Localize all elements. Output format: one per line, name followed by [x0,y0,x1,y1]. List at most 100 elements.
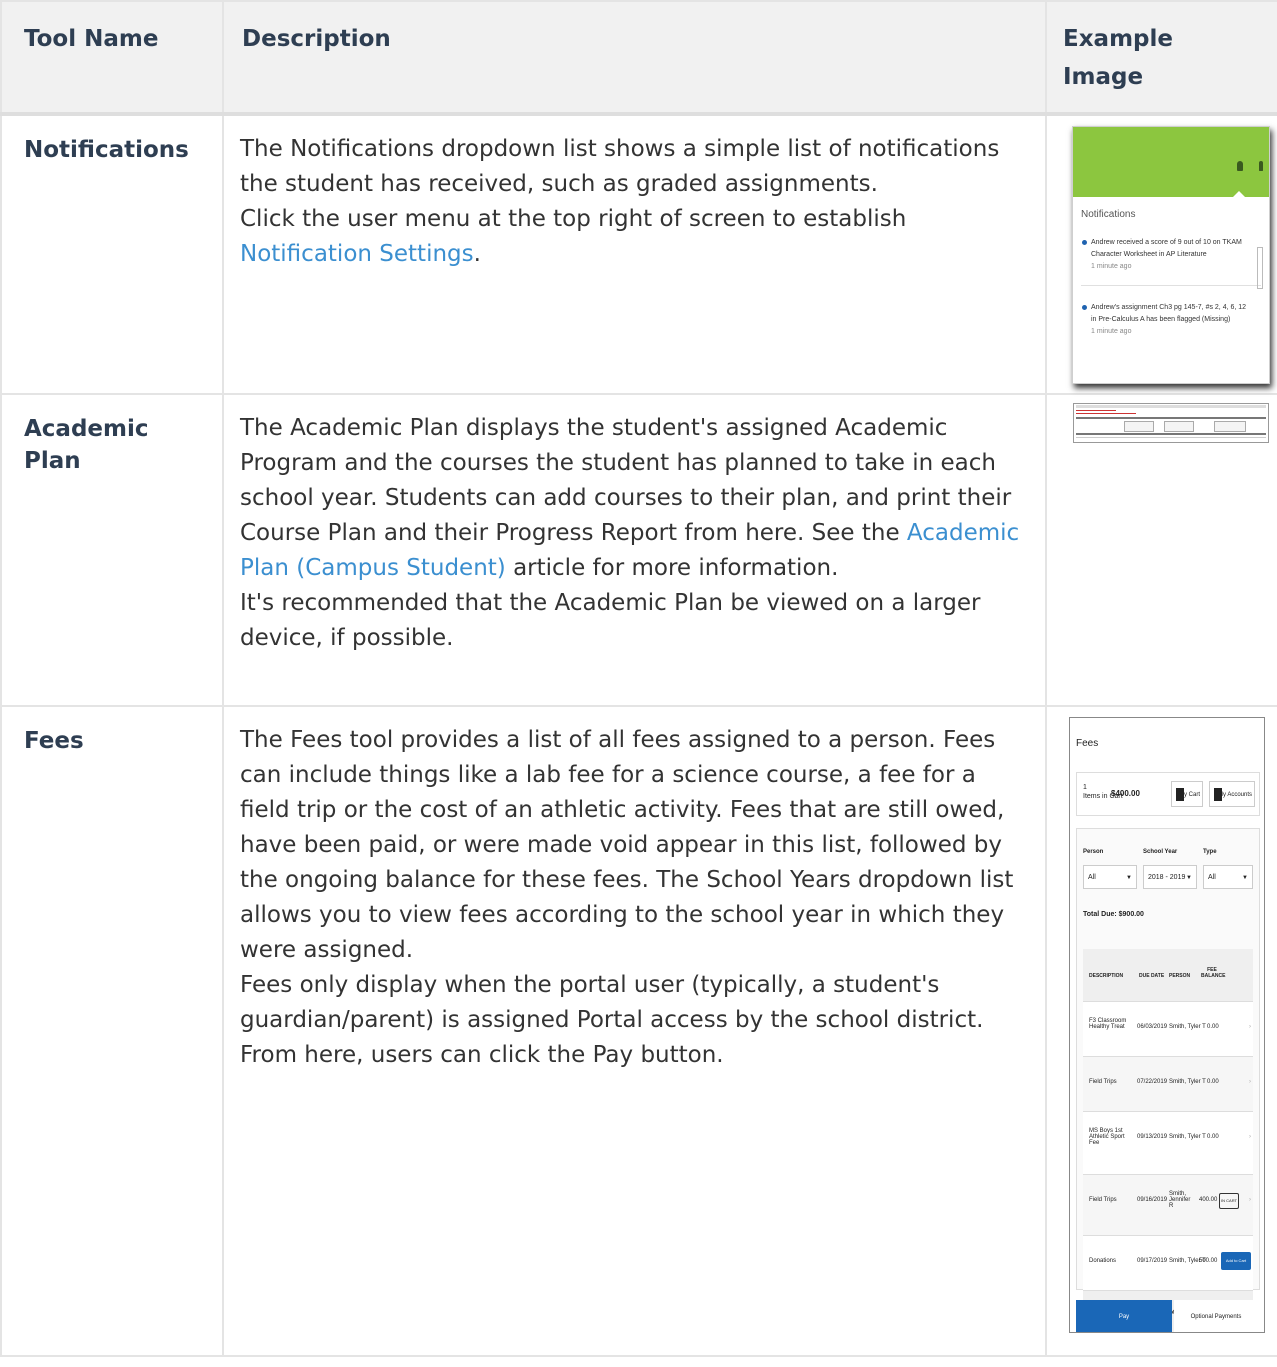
fee-person: Smith, Tyler T [1169,1079,1206,1085]
example-image-cell: Notifications Andrew received a score of… [1045,113,1277,395]
fee-due-date: 07/22/2019 [1137,1079,1168,1085]
plan-warning-line [1076,410,1116,411]
person-select: All ▼ [1083,865,1137,889]
fee-description: Field Trips [1089,1079,1117,1085]
chevron-right-icon: › [1249,1024,1251,1030]
tool-name: Notifications [0,113,224,395]
description-paragraph: From here, users can click the Pay butto… [240,1042,724,1068]
filter-label: School Year [1143,849,1178,855]
cart-amount: $400.00 [1111,789,1140,798]
fee-row: MS Boys 1st Athletic Sport Fee 09/13/201… [1083,1111,1253,1174]
tool-description: The Notifications dropdown list shows a … [222,113,1047,395]
dropdown-pointer [1233,191,1245,197]
description-text: Click the user menu at the top right of … [240,206,907,232]
table-row: Fees The Fees tool provides a list of al… [0,705,1277,1357]
fees-table-header: DESCRIPTION DUE DATE PERSON FEE BALANCE [1083,949,1253,1001]
cart-icon [1176,788,1184,801]
filter-label: Person [1083,849,1104,855]
notification-settings-link[interactable]: Notification Settings [240,241,474,267]
fee-balance: 500.00 [1199,1258,1218,1264]
chevron-right-icon: › [1249,1079,1251,1085]
my-accounts-button: My Accounts [1209,781,1255,807]
add-to-cart-button: Add to Cart [1221,1252,1251,1270]
description-paragraph: The Academic Plan displays the student's… [240,411,1031,586]
example-image-cell: Fees 1 Items in Cart $400.00 My Cart My A… [1045,705,1277,1357]
fees-panel: Person School Year Type All ▼ 2018 - 2019… [1076,828,1260,1332]
fee-due-date: 09/17/2019 [1137,1258,1168,1264]
plan-year-box [1214,421,1246,432]
fees-col-header: DESCRIPTION [1089,973,1124,979]
fee-balance: 0.00 [1207,1079,1219,1085]
my-accounts-label: My Accounts [1217,792,1252,798]
fee-row: Field Trips 09/16/2019 Smith, Jennifer R… [1083,1174,1253,1235]
notification-text: Andrew's assignment Ch3 pg 145-7, #s 2, … [1091,304,1247,323]
filter-label: Type [1203,849,1217,855]
chevron-right-icon: › [1249,1197,1251,1203]
notification-time: 1 minute ago [1091,263,1132,270]
tool-name: Fees [0,705,224,1357]
unread-dot-icon [1082,240,1087,245]
bell-icon [1237,161,1243,171]
fees-col-header: DUE DATE [1139,973,1165,979]
pay-button: Pay [1076,1300,1172,1332]
header-description: Description [222,0,1047,116]
fee-description: MS Boys 1st Athletic Sport Fee [1089,1128,1125,1146]
header-example-image: Example Image [1045,0,1277,116]
type-select-value: All [1208,874,1216,881]
plan-header-bar [1076,417,1266,419]
description-text: . [473,241,481,267]
fee-row: Field Trips 07/22/2019 Smith, Tyler T 0.… [1083,1056,1253,1111]
plan-year-box [1164,421,1194,432]
tool-name: Academic Plan [0,393,224,707]
type-select: All ▼ [1203,865,1253,889]
fees-col-header: PERSON [1169,973,1191,979]
unread-dot-icon [1082,305,1087,310]
fees-screenshot: Fees 1 Items in Cart $400.00 My Cart My A… [1069,717,1265,1333]
header-tool-name: Tool Name [0,0,224,116]
fee-due-date: 09/16/2019 [1137,1197,1168,1203]
description-paragraph: The Fees tool provides a list of all fee… [240,727,1014,963]
fee-due-date: 09/13/2019 [1137,1134,1168,1140]
fees-table: DESCRIPTION DUE DATE PERSON FEE BALANCE … [1083,949,1253,1332]
caret-down-icon: ▼ [1126,875,1132,881]
user-icon [1259,161,1263,171]
school-year-select: 2018 - 2019 ▼ [1143,865,1197,889]
description-paragraph: It's recommended that the Academic Plan … [240,590,981,651]
fee-person: Smith, Tyler T [1169,1024,1206,1030]
fee-person: Smith, Tyler T [1169,1134,1206,1140]
notification-text: Andrew received a score of 9 out of 10 o… [1091,239,1242,258]
example-image-cell [1045,393,1277,707]
fee-description: F3 Classroom Healthy Treat [1089,1018,1127,1030]
description-text: The Academic Plan displays the student's… [240,415,1012,546]
description-paragraph: Fees only display when the portal user (… [240,972,984,1033]
notification-item: Andrew received a score of 9 out of 10 o… [1073,231,1269,279]
fee-balance: 0.00 [1207,1134,1219,1140]
optional-payments-button: Optional Payments [1174,1300,1258,1332]
fees-col-header: FEE BALANCE [1201,967,1226,979]
fees-title: Fees [1076,738,1099,749]
notification-time: 1 minute ago [1091,328,1132,335]
fee-balance: 0.00 [1207,1024,1219,1030]
person-select-value: All [1088,874,1096,881]
plan-divider [1076,437,1266,438]
chevron-right-icon: › [1249,1134,1251,1140]
tool-description: The Fees tool provides a list of all fee… [222,705,1047,1357]
plan-footer-bar [1076,433,1266,435]
description-text: article for more information. [505,555,839,581]
in-cart-badge: IN CART [1219,1193,1239,1209]
table-row: Academic Plan The Academic Plan displays… [0,393,1277,707]
academic-plan-screenshot [1073,403,1269,443]
fee-description: Donations [1089,1258,1117,1264]
my-cart-button: My Cart [1171,781,1203,807]
notifications-screenshot: Notifications Andrew received a score of… [1072,126,1270,384]
plan-warning-line [1076,413,1136,414]
fee-description: Field Trips [1089,1197,1117,1203]
fee-person: Smith, Jennifer R [1169,1191,1191,1209]
fee-balance: 400.00 [1199,1197,1218,1203]
cart-summary: 1 Items in Cart $400.00 My Cart My Accoun… [1076,772,1260,816]
description-paragraph: Click the user menu at the top right of … [240,202,1031,272]
description-paragraph: The Notifications dropdown list shows a … [240,136,1000,197]
caret-down-icon: ▼ [1186,875,1192,881]
plan-toolbar [1076,405,1266,408]
phone-icon [1214,788,1222,801]
